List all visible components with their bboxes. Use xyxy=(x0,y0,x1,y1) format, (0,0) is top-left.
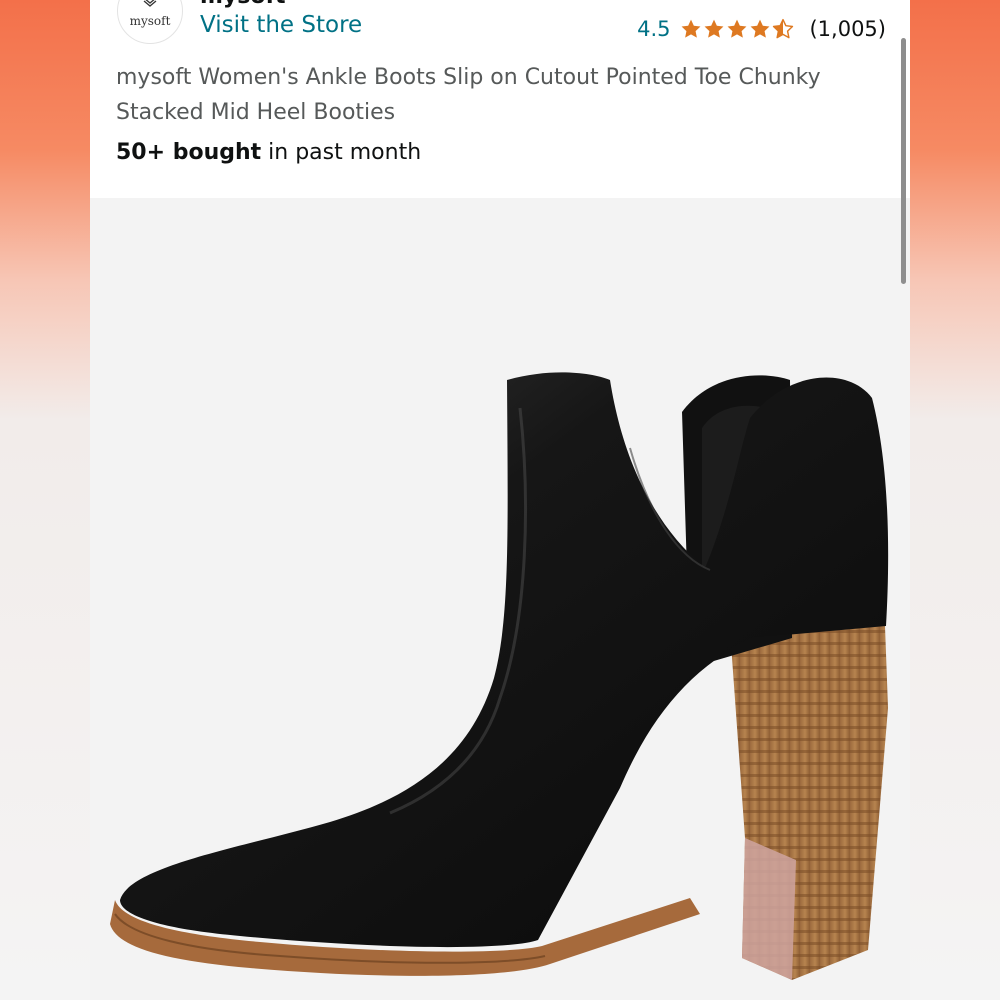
bought-in-past-month: 50+ bought in past month xyxy=(116,140,421,165)
star-full-icon xyxy=(728,19,747,38)
star-half-icon xyxy=(773,18,794,39)
rating-count: (1,005) xyxy=(809,17,886,41)
background-left xyxy=(0,0,90,1000)
brand-logo-mark-icon xyxy=(143,0,157,7)
product-title: mysoft Women's Ankle Boots Slip on Cutou… xyxy=(116,65,821,125)
star-rating xyxy=(680,18,795,40)
rating-group[interactable]: 4.5 (1,005) xyxy=(637,14,886,44)
star-full-icon xyxy=(705,19,724,38)
background-right xyxy=(908,0,1000,1000)
product-image[interactable] xyxy=(90,198,910,1000)
brand-logo[interactable]: mysoft xyxy=(117,0,183,44)
star-full-icon xyxy=(751,19,770,38)
visit-store-link[interactable]: Visit the Store xyxy=(200,12,362,38)
store-row: mysoft mysoft Visit the Store 4.5 (1,005… xyxy=(90,0,910,60)
bought-suffix: in past month xyxy=(261,140,422,165)
product-panel: mysoft mysoft Visit the Store 4.5 (1,005… xyxy=(90,0,910,1000)
ankle-boot-image xyxy=(110,372,889,980)
brand-name[interactable]: mysoft xyxy=(200,0,286,9)
bought-count: 50+ bought xyxy=(116,140,262,165)
scrollbar[interactable] xyxy=(901,38,906,284)
star-full-icon xyxy=(682,19,701,38)
brand-logo-text: mysoft xyxy=(129,14,171,28)
rating-value: 4.5 xyxy=(637,17,671,41)
